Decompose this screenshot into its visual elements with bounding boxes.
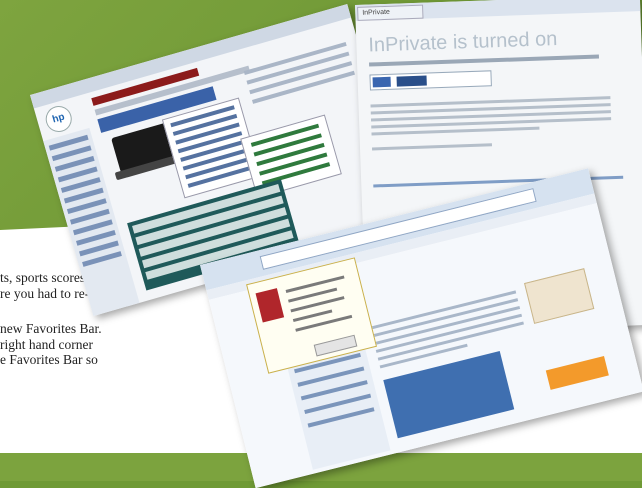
inprivate-tab[interactable]: InPrivate bbox=[357, 4, 424, 21]
article-line: e Favorites Bar so bbox=[0, 352, 98, 367]
inprivate-heading: InPrivate is turned on bbox=[368, 27, 558, 57]
right-column bbox=[240, 36, 362, 124]
side-badge bbox=[524, 268, 595, 324]
article-line: right hand corner bbox=[0, 336, 93, 352]
orange-button[interactable] bbox=[545, 355, 609, 390]
inprivate-description bbox=[370, 92, 612, 154]
page-main-text bbox=[369, 286, 527, 374]
web-slice-image bbox=[255, 288, 285, 323]
hp-logo: hp bbox=[42, 102, 75, 136]
tab-bar: InPrivate bbox=[355, 0, 641, 21]
inprivate-indicator bbox=[369, 70, 492, 91]
article-line: new Favorites Bar. bbox=[0, 321, 102, 336]
